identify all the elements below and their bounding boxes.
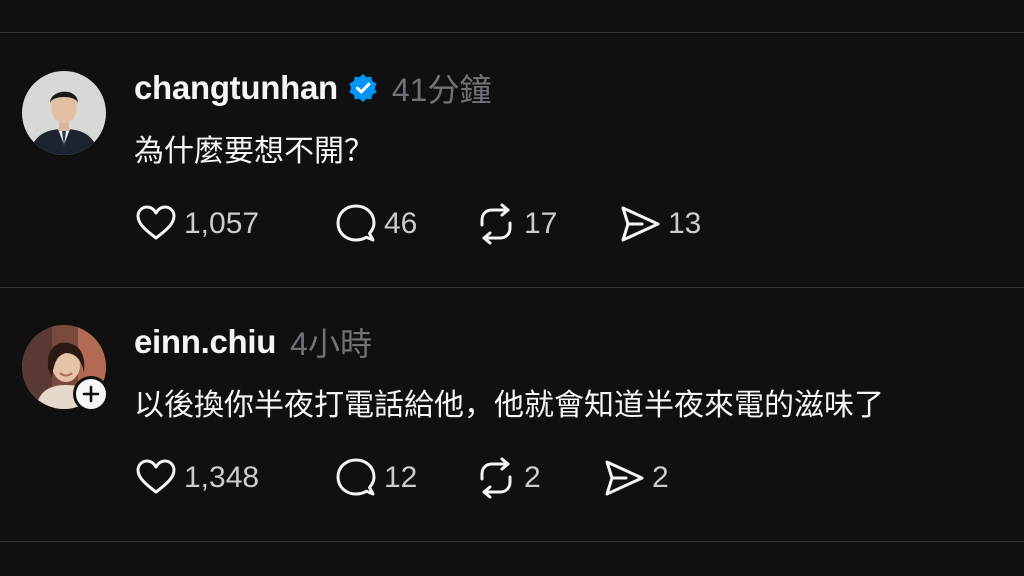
repost-count: 2 — [524, 461, 541, 494]
share-button[interactable]: 2 — [602, 456, 669, 500]
comment-count: 46 — [384, 207, 418, 240]
plus-icon — [82, 385, 100, 403]
follow-plus-button[interactable] — [73, 376, 109, 412]
avatar-photo — [22, 71, 106, 155]
post-timestamp[interactable]: 41分鐘 — [392, 65, 492, 111]
post-text: 為什麼要想不開？ — [134, 134, 374, 169]
comment-count: 12 — [384, 461, 418, 494]
post-text: 以後換你半夜打電話給他，他就會知道半夜來電的滋味了 — [134, 388, 884, 423]
comment-button[interactable]: 46 — [334, 202, 417, 246]
post-divider — [0, 287, 1024, 288]
post-header: einn.chiu 4小時 — [134, 322, 372, 362]
share-count: 2 — [652, 461, 669, 494]
speech-bubble-icon — [336, 458, 376, 496]
username[interactable]: changtunhan — [134, 69, 338, 107]
repost-arrows-icon — [480, 203, 512, 245]
speech-bubble-icon — [336, 204, 376, 242]
like-count: 1,348 — [184, 461, 260, 494]
repost-button[interactable]: 2 — [474, 456, 541, 500]
heart-icon — [136, 205, 176, 240]
send-icon — [605, 460, 644, 496]
like-button[interactable]: 1,348 — [134, 456, 259, 500]
username[interactable]: einn.chiu — [134, 323, 276, 361]
send-icon — [621, 206, 660, 242]
share-button[interactable]: 13 — [618, 202, 701, 246]
top-divider — [0, 32, 1024, 33]
avatar[interactable] — [22, 71, 106, 155]
repost-count: 17 — [524, 207, 558, 240]
like-button[interactable]: 1,057 — [134, 202, 259, 246]
like-count: 1,057 — [184, 207, 260, 240]
comment-button[interactable]: 12 — [334, 456, 417, 500]
repost-arrows-icon — [480, 457, 512, 499]
bottom-divider — [0, 541, 1024, 542]
post-timestamp[interactable]: 4小時 — [290, 319, 372, 365]
share-count: 13 — [668, 207, 702, 240]
post-header: changtunhan 41分鐘 — [134, 68, 491, 108]
repost-button[interactable]: 17 — [474, 202, 557, 246]
verified-badge-icon — [348, 73, 378, 103]
heart-icon — [136, 459, 176, 494]
